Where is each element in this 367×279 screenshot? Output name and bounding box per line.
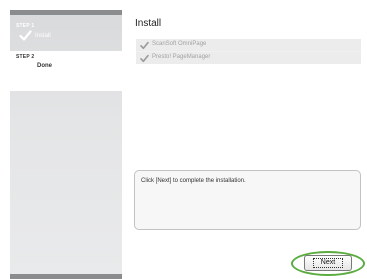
instruction-box: Click [Next] to complete the installatio…: [134, 170, 361, 230]
list-item: ScanSoft OmniPage: [136, 39, 361, 51]
steps-sidebar: STEP 1 Install STEP 2 Done: [10, 15, 122, 275]
step-label: Done: [37, 63, 52, 69]
checkmark-icon: [140, 54, 149, 63]
next-button[interactable]: Next: [304, 255, 352, 271]
sidebar-step-done: STEP 2 Done: [10, 51, 122, 91]
step-number: STEP 2: [16, 54, 35, 60]
list-item-label: ScanSoft OmniPage: [152, 41, 207, 47]
list-item: Presto! PageManager: [136, 52, 361, 64]
checkmark-icon: [140, 41, 149, 50]
next-button-label: Next: [320, 259, 336, 266]
list-item-label: Presto! PageManager: [152, 54, 211, 60]
installed-items-list: ScanSoft OmniPage Presto! PageManager: [136, 39, 361, 64]
sidebar-bottom-bar: [10, 274, 122, 279]
installer-window: STEP 1 Install STEP 2 Done Install ScanS…: [0, 0, 367, 279]
page-title: Install: [135, 18, 162, 29]
instruction-text: Click [Next] to complete the installatio…: [141, 178, 246, 184]
checkmark-icon: [19, 30, 32, 41]
sidebar-step-install: STEP 1 Install: [10, 19, 122, 47]
step-label: Install: [35, 33, 51, 39]
